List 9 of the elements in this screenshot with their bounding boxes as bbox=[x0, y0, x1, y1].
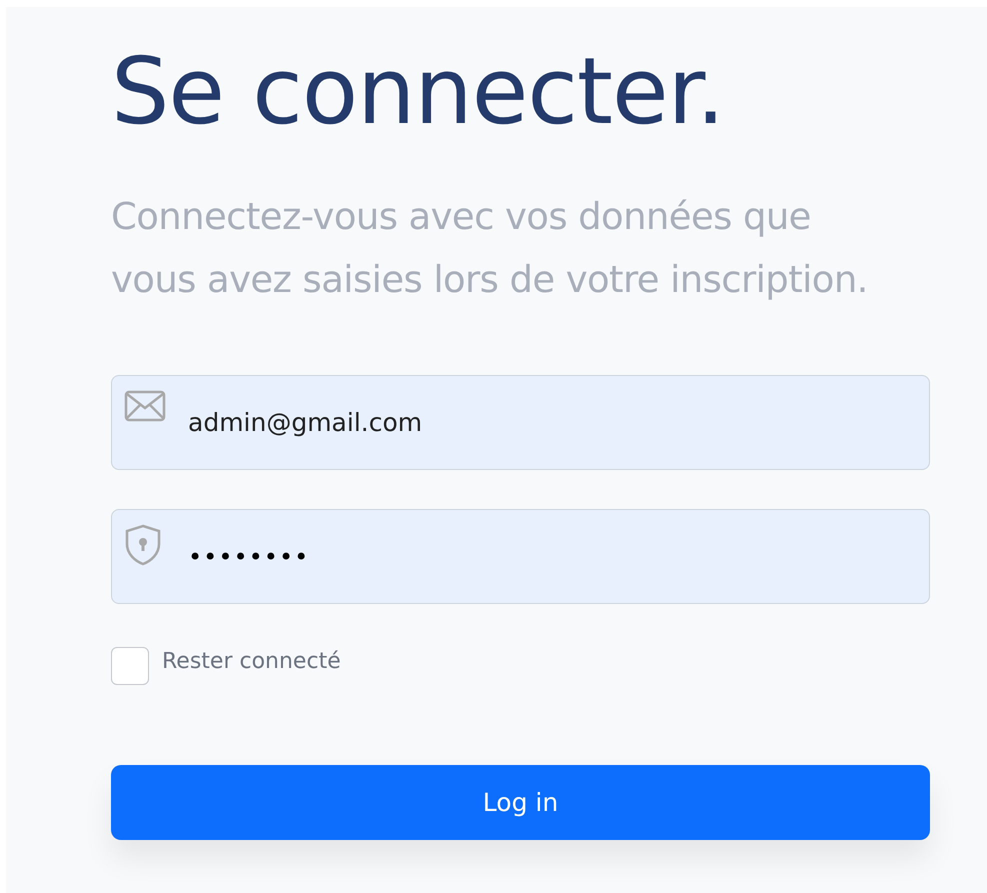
checkbox[interactable] bbox=[111, 647, 149, 685]
page-title: Se connecter. bbox=[111, 37, 726, 147]
email-field[interactable]: admin@gmail.com bbox=[111, 375, 930, 470]
subtitle: Connectez-vous avec vos données que vous avez saisies lors de votre inscription. bbox=[111, 194, 869, 303]
remember-label: Rester connecté bbox=[162, 648, 341, 674]
password-field[interactable]: •••••••• bbox=[111, 509, 930, 604]
shield-icon bbox=[124, 524, 162, 566]
envelope-icon bbox=[124, 390, 166, 422]
login-button[interactable]: Log in bbox=[111, 765, 930, 840]
